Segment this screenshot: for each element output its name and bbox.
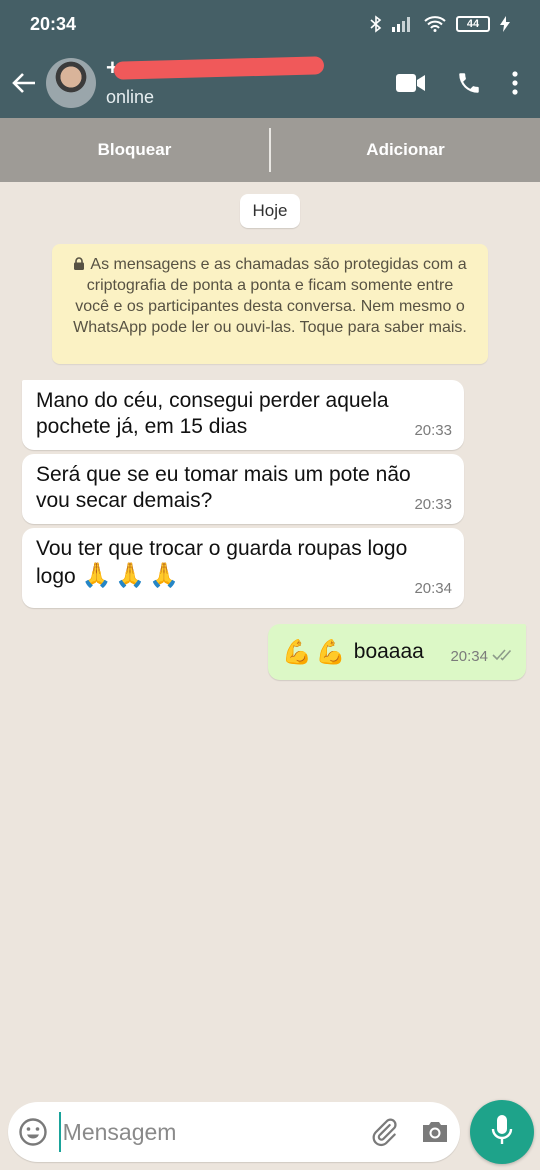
camera-icon[interactable] [409, 1119, 460, 1145]
flexed-biceps-emoji: 💪💪 [282, 638, 350, 666]
signal-icon [392, 16, 414, 32]
more-options-icon[interactable] [512, 71, 518, 95]
date-chip: Hoje [240, 194, 300, 228]
message-bubble-incoming[interactable]: Mano do céu, consegui perder aquela poch… [22, 380, 464, 450]
redaction-mark [113, 56, 325, 80]
contact-info[interactable]: + online [106, 53, 346, 113]
message-text: Será que se eu tomar mais um pote não vo… [36, 463, 411, 512]
encryption-notice-text: As mensagens e as chamadas são protegida… [73, 256, 467, 336]
message-text: Mano do céu, consegui perder aquela poch… [36, 389, 389, 438]
back-arrow-icon[interactable] [2, 53, 46, 113]
message-input[interactable] [58, 1112, 359, 1152]
chat-area[interactable]: Hoje As mensagens e as chamadas são prot… [0, 182, 540, 1092]
attach-icon[interactable] [359, 1117, 410, 1147]
header-actions [396, 70, 518, 96]
message-time: 20:33 [414, 496, 452, 513]
message-time: 20:34 [414, 580, 452, 597]
add-contact-button[interactable]: Adicionar [271, 140, 540, 160]
chat-header: + online [0, 48, 540, 118]
phone-icon[interactable] [456, 70, 482, 96]
battery-icon: 44 [456, 16, 490, 32]
status-bar: 20:34 44 [0, 0, 540, 48]
avatar[interactable] [46, 58, 96, 108]
contact-name: + [106, 55, 325, 80]
praying-hands-emoji: 🙏🙏🙏 [81, 561, 184, 589]
emoji-icon[interactable] [8, 1117, 59, 1147]
contact-action-bar: Bloquear Adicionar [0, 118, 540, 182]
mic-button[interactable] [470, 1100, 534, 1164]
message-time: 20:34 [450, 648, 488, 665]
read-receipt-icon [492, 642, 514, 668]
encryption-notice[interactable]: As mensagens e as chamadas são protegida… [52, 244, 488, 364]
contact-status: online [106, 87, 155, 107]
message-bubble-outgoing[interactable]: 💪💪 boaaaa 20:34 [268, 624, 526, 680]
battery-level: 44 [466, 18, 480, 30]
wifi-icon [424, 16, 446, 32]
message-composer [8, 1102, 460, 1162]
message-text: boaaaa [353, 640, 424, 663]
message-bubble-incoming[interactable]: Vou ter que trocar o guarda roupas logo … [22, 528, 464, 608]
status-icons: 44 [370, 15, 510, 33]
message-bubble-incoming[interactable]: Será que se eu tomar mais um pote não vo… [22, 454, 464, 524]
lock-icon [74, 257, 85, 270]
charging-icon [500, 16, 510, 32]
mic-icon [490, 1114, 514, 1151]
message-time: 20:33 [414, 422, 452, 439]
status-time: 20:34 [30, 13, 77, 34]
block-button[interactable]: Bloquear [0, 140, 269, 160]
video-call-icon[interactable] [396, 73, 426, 93]
bluetooth-icon [370, 15, 382, 33]
